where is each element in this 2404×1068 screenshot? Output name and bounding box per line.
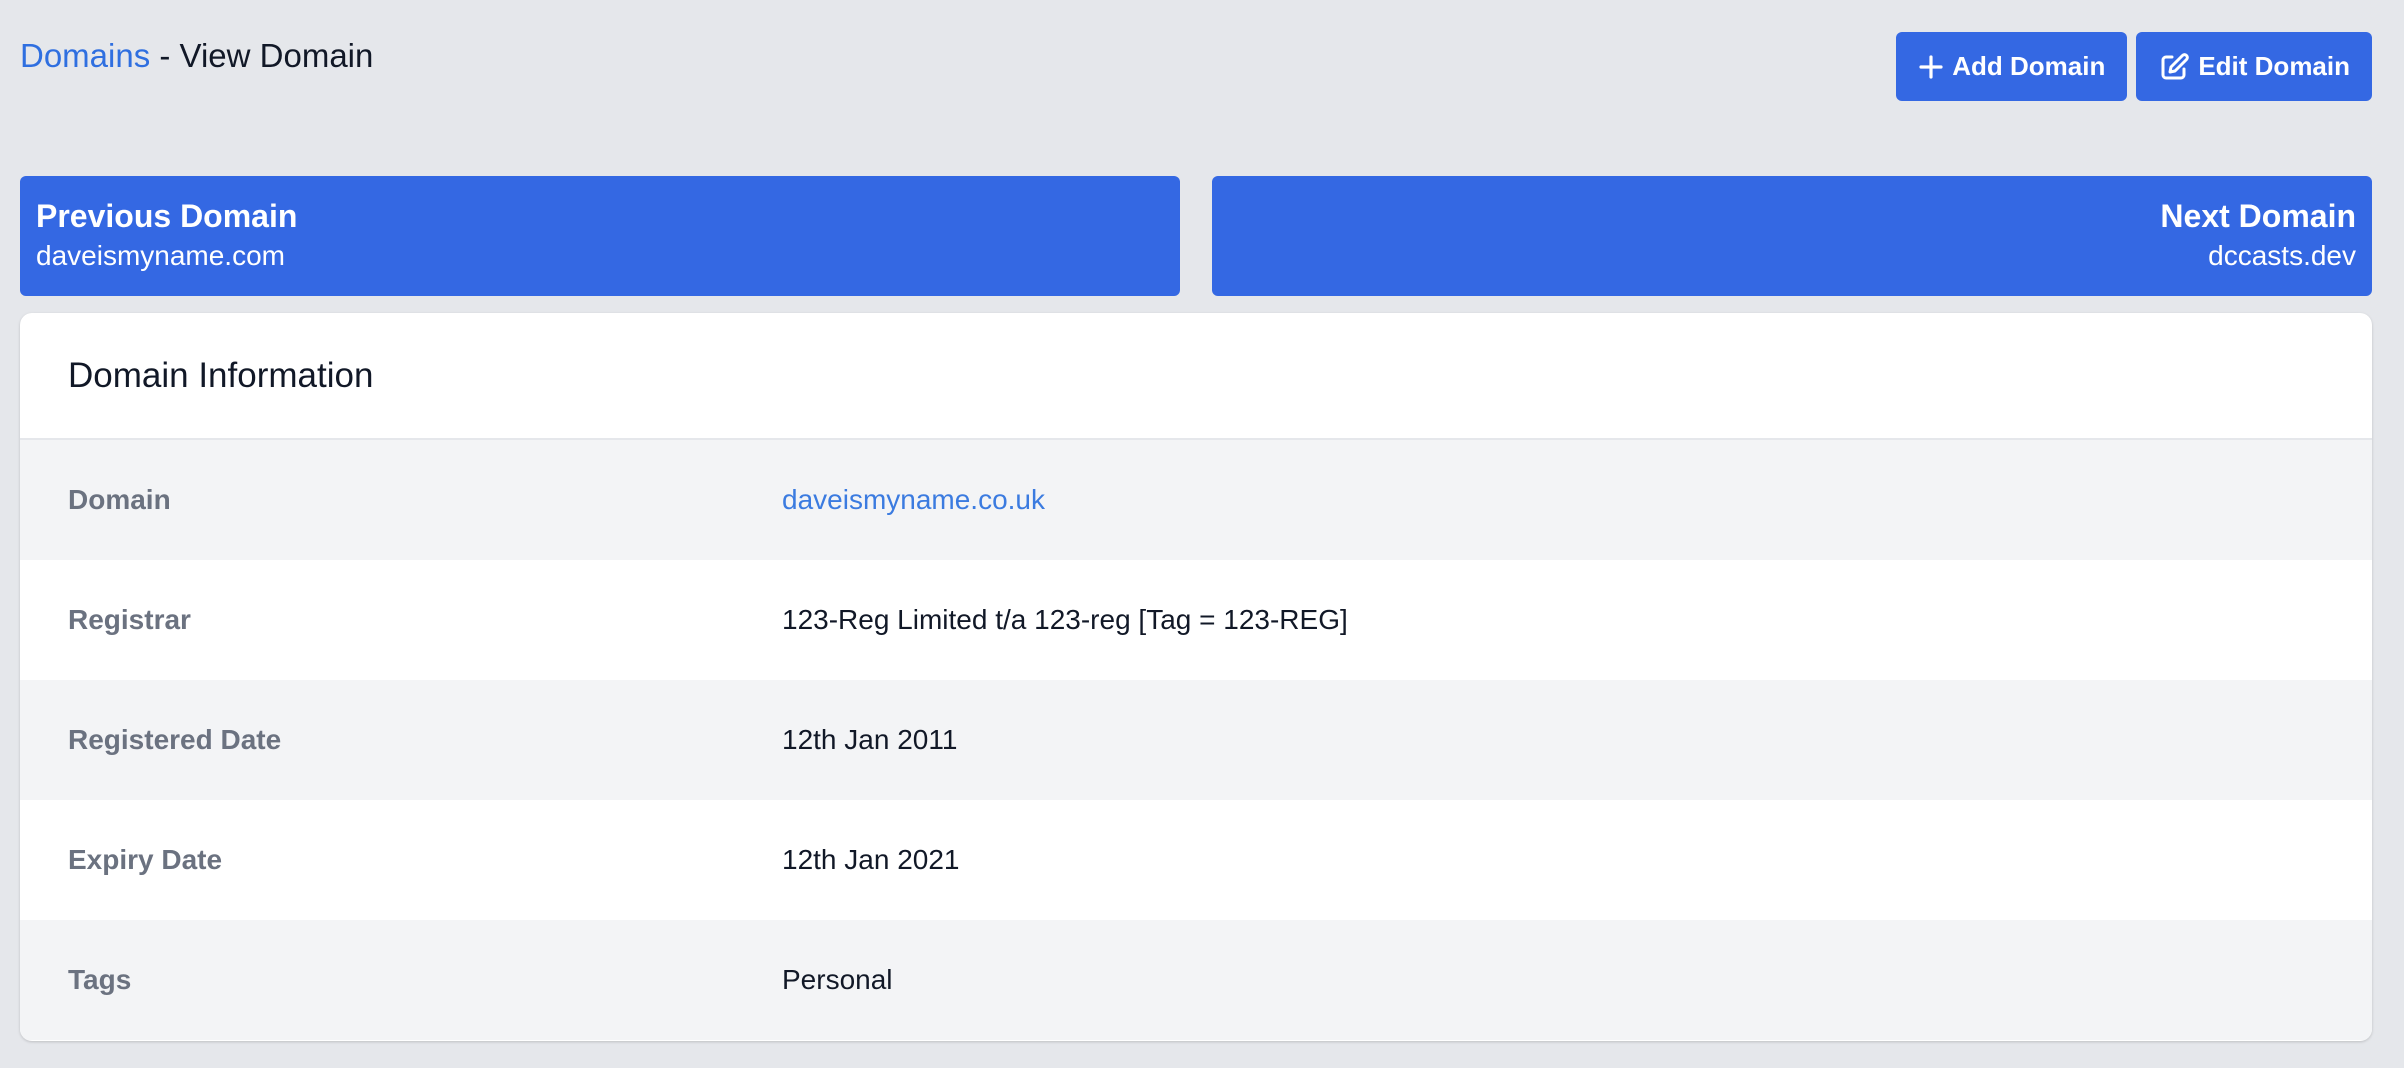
registered-date-value: 12th Jan 2011 [782, 724, 958, 755]
info-label: Expiry Date [68, 844, 223, 875]
breadcrumb-domains-link[interactable]: Domains [20, 37, 150, 74]
next-domain-label: Next Domain [2160, 198, 2356, 234]
domain-link[interactable]: daveismyname.co.uk [782, 484, 1045, 516]
edit-icon [2158, 51, 2190, 83]
page-title: Domains - View Domain [20, 36, 373, 76]
previous-domain-label: Previous Domain [36, 198, 298, 234]
domain-information-card: Domain Information Domain daveismyname.c… [20, 313, 2372, 1041]
info-row-registered-date: Registered Date 12th Jan 2011 [20, 680, 2372, 800]
next-domain-name: dccasts.dev [2208, 240, 2356, 271]
plus-icon [1918, 54, 1944, 80]
edit-domain-label: Edit Domain [2198, 51, 2350, 81]
info-label: Tags [68, 964, 132, 995]
next-domain-link[interactable]: Next Domain dccasts.dev [1212, 176, 2372, 296]
info-label: Registrar [68, 604, 191, 635]
info-label: Registered Date [68, 724, 282, 755]
info-row-tags: Tags Personal [20, 920, 2372, 1040]
add-domain-button[interactable]: Add Domain [1896, 32, 2128, 101]
card-header: Domain Information [20, 313, 2372, 440]
tags-value: Personal [782, 964, 893, 995]
header-actions: Add Domain Edit Domain [1896, 32, 2372, 101]
info-list: Domain daveismyname.co.uk Registrar 123-… [20, 440, 2372, 1040]
info-row-registrar: Registrar 123-Reg Limited t/a 123-reg [T… [20, 560, 2372, 680]
edit-domain-button[interactable]: Edit Domain [2136, 32, 2372, 101]
registrar-value: 123-Reg Limited t/a 123-reg [Tag = 123-R… [782, 604, 1348, 635]
add-domain-label: Add Domain [1952, 51, 2106, 81]
card-title: Domain Information [68, 355, 374, 395]
breadcrumb-current: - View Domain [150, 37, 374, 74]
previous-domain-name: daveismyname.com [36, 240, 285, 271]
info-row-expiry-date: Expiry Date 12th Jan 2021 [20, 800, 2372, 920]
previous-domain-link[interactable]: Previous Domain daveismyname.com [20, 176, 1180, 296]
info-row-domain: Domain daveismyname.co.uk [20, 440, 2372, 560]
expiry-date-value: 12th Jan 2021 [782, 844, 960, 875]
info-label: Domain [68, 484, 171, 515]
